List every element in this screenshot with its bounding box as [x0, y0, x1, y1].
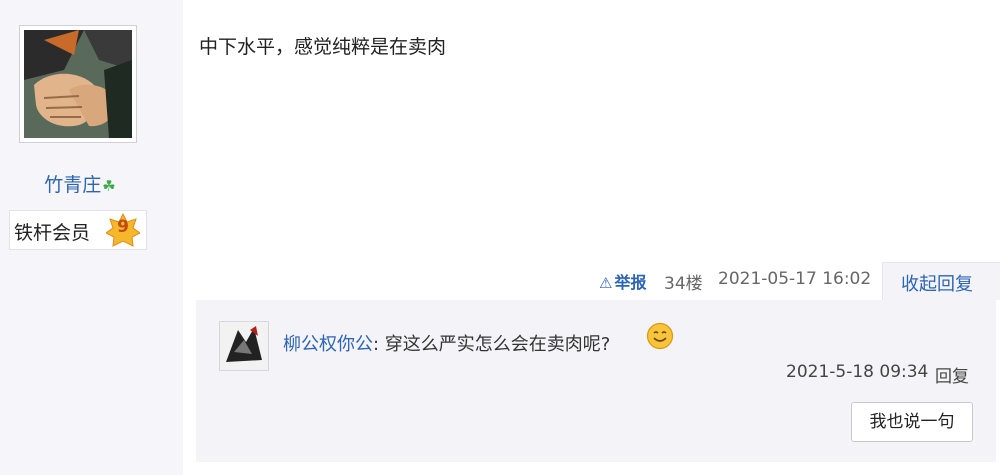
collapse-reply-label: 收起回复 — [901, 274, 973, 295]
collapse-reply-tab[interactable]: 收起回复 — [882, 262, 1000, 300]
smiley-icon — [646, 322, 674, 350]
post-time: 2021-05-17 16:02 — [718, 269, 872, 289]
member-title: 铁杆会员 — [14, 222, 91, 244]
floor-number: 34楼 — [664, 274, 703, 294]
reply-link[interactable]: 回复 — [935, 362, 969, 387]
report-label: 举报 — [614, 273, 647, 292]
say-something-button[interactable]: 我也说一句 — [851, 402, 973, 442]
level-number: 9 — [117, 217, 129, 237]
username-text[interactable]: 竹青庄 — [44, 174, 101, 196]
post-content: 中下水平，感觉纯粹是在卖肉 — [199, 36, 447, 58]
post-meta: ⚠ 举报 34楼 2021-05-17 16:02 收起回复 — [183, 262, 1000, 300]
reply-content: 穿这么严实怎么会在卖肉呢? — [379, 334, 611, 355]
avatar-image — [24, 30, 132, 138]
warning-icon: ⚠ — [599, 274, 613, 292]
report-link[interactable]: ⚠ 举报 — [599, 269, 646, 293]
member-badge[interactable]: 铁杆会员 9 — [9, 210, 147, 250]
reply-section: 柳公权你公: 穿这么严实怎么会在卖肉呢? 2021-5-18 09:34 回复 … — [196, 300, 996, 462]
reply-avatar[interactable] — [219, 321, 269, 371]
reply-time: 2021-5-18 09:34 — [786, 362, 929, 382]
reply-username[interactable]: 柳公权你公 — [283, 334, 373, 355]
reply-line: 柳公权你公: 穿这么严实怎么会在卖肉呢? — [283, 330, 610, 356]
author-avatar[interactable] — [19, 25, 137, 143]
author-username[interactable]: 竹青庄☘ — [0, 170, 160, 197]
clover-icon: ☘ — [102, 177, 116, 195]
level-badge-icon: 9 — [105, 212, 141, 247]
author-sidebar: 竹青庄☘ 铁杆会员 9 — [0, 0, 183, 475]
post-body: 中下水平，感觉纯粹是在卖肉 ⚠ 举报 34楼 2021-05-17 16:02 收… — [183, 0, 1000, 475]
